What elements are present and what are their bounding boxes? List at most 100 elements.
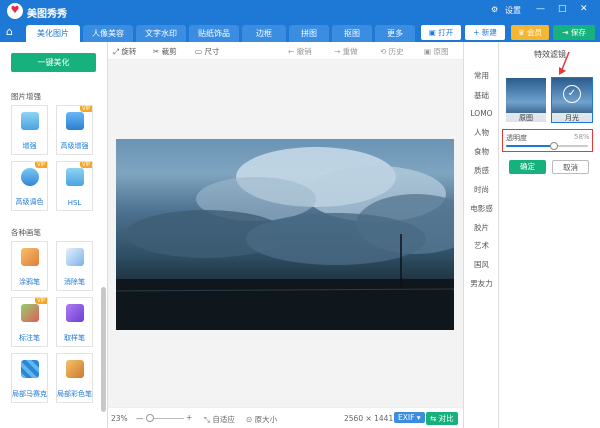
tool-marker-pen[interactable]: VIP 标注笔 xyxy=(11,297,48,347)
actual-size-label: 原大小 xyxy=(254,415,278,424)
filter-cat-basic[interactable]: 基础 xyxy=(464,90,499,101)
maximize-button[interactable]: □ xyxy=(558,4,567,14)
compare-button[interactable]: ⇆ 对比 xyxy=(426,412,458,425)
magic-wand-icon xyxy=(66,112,84,130)
confirm-button[interactable]: 确定 xyxy=(509,160,546,174)
thumb-moonlight-label: 月光 xyxy=(552,113,592,122)
image-dimensions: 2560 × 1441 xyxy=(344,414,394,423)
filter-cat-art[interactable]: 艺术 xyxy=(464,240,499,251)
resize-button[interactable]: ▭ 尺寸 xyxy=(195,46,219,57)
effects-panel: 特效滤镜 原图 ✓ 月光 透明度 58% 确定 取消 xyxy=(498,42,600,428)
opacity-slider-fill xyxy=(506,145,554,147)
settings-button[interactable]: 设置 xyxy=(505,5,521,16)
sample-icon xyxy=(66,304,84,322)
tool-label: 局部马赛克 xyxy=(12,390,47,398)
exif-label: EXIF xyxy=(398,413,415,422)
zoom-in-button[interactable]: + xyxy=(186,413,192,422)
tool-label: 取样笔 xyxy=(64,334,85,342)
open-button[interactable]: ▣ 打开 xyxy=(421,25,461,40)
one-key-beautify-button[interactable]: 一键美化 xyxy=(11,53,96,72)
sliders-icon xyxy=(21,112,39,130)
zoom-out-button[interactable]: — xyxy=(136,414,144,423)
filter-cat-common[interactable]: 常用 xyxy=(464,70,499,81)
tool-eraser-pen[interactable]: 消除笔 xyxy=(56,241,93,291)
tool-sample-pen[interactable]: 取样笔 xyxy=(56,297,93,347)
tool-label: 高级增强 xyxy=(60,142,89,150)
filter-cat-chinese[interactable]: 国风 xyxy=(464,259,499,270)
home-icon[interactable]: ⌂ xyxy=(6,25,13,38)
history-button[interactable]: ⟲ 历史 xyxy=(380,46,404,57)
tool-hsl[interactable]: VIP HSL xyxy=(56,161,93,211)
tab-portrait[interactable]: 人像美容 xyxy=(83,25,133,42)
tool-label: 高级调色 xyxy=(15,198,44,206)
settings-icon[interactable]: ⚙ xyxy=(491,5,498,14)
zoom-slider-handle[interactable] xyxy=(146,414,154,422)
original-button[interactable]: ▣ 原图 xyxy=(424,46,448,57)
check-icon: ✓ xyxy=(563,85,581,103)
undo-button[interactable]: ← 撤销 xyxy=(288,46,312,57)
edited-photo[interactable] xyxy=(116,139,454,330)
minimize-button[interactable]: — xyxy=(536,4,545,14)
section-enhance-title: 图片增强 xyxy=(11,92,41,101)
tool-label: 涂鸦笔 xyxy=(19,278,40,286)
exif-button[interactable]: EXIF ▾ xyxy=(394,412,425,423)
cancel-button[interactable]: 取消 xyxy=(552,160,589,174)
redo-button[interactable]: → 重做 xyxy=(334,46,358,57)
sidebar-scrollbar[interactable] xyxy=(101,287,106,412)
new-button[interactable]: + 新建 xyxy=(465,25,505,40)
tab-stickers[interactable]: 贴纸饰品 xyxy=(189,25,239,42)
opacity-slider-handle[interactable] xyxy=(550,142,558,150)
tab-collage[interactable]: 拼图 xyxy=(289,25,329,42)
main-tab-bar: ⌂ 美化图片 人像美容 文字水印 贴纸饰品 边框 拼图 抠图 更多 ▣ 打开 +… xyxy=(0,22,600,42)
tab-beautify[interactable]: 美化图片 xyxy=(26,25,80,42)
color-brush-icon xyxy=(66,360,84,378)
vip-button[interactable]: ♛ 会员 xyxy=(511,25,549,40)
tab-text[interactable]: 文字水印 xyxy=(136,25,186,42)
vip-badge: VIP xyxy=(80,162,92,168)
effects-title: 特效滤镜 xyxy=(534,50,566,59)
tool-local-color-pen[interactable]: 局部彩色笔 xyxy=(56,353,93,403)
marker-icon xyxy=(21,304,39,322)
new-label: 新建 xyxy=(481,28,497,37)
vip-label: 会员 xyxy=(527,28,543,37)
app-logo-icon: ♥ xyxy=(7,3,23,19)
fit-label: 自适应 xyxy=(212,415,235,424)
cloudscape-image xyxy=(116,147,454,330)
title-bar: ♥ 美图秀秀 ⚙ 设置 — □ ✕ xyxy=(0,0,600,22)
filter-cat-film[interactable]: 胶片 xyxy=(464,222,499,233)
tool-label: 增强 xyxy=(22,142,37,150)
thumb-original-label: 原图 xyxy=(506,113,546,122)
crop-label: 裁剪 xyxy=(161,47,177,56)
crop-button[interactable]: ✂ 裁剪 xyxy=(153,46,177,57)
vip-badge: VIP xyxy=(35,162,47,168)
close-button[interactable]: ✕ xyxy=(580,4,588,14)
tool-advanced-color[interactable]: VIP 高级调色 xyxy=(11,161,48,211)
filter-cat-food[interactable]: 食物 xyxy=(464,146,499,157)
tab-border[interactable]: 边框 xyxy=(242,25,286,42)
opacity-value: 58% xyxy=(574,133,590,141)
tool-doodle-pen[interactable]: 涂鸦笔 xyxy=(11,241,48,291)
rotate-button[interactable]: ⤢ 旋转 xyxy=(113,46,136,57)
vip-badge: VIP xyxy=(80,106,92,112)
brush-icon xyxy=(21,248,39,266)
vip-badge: VIP xyxy=(35,298,47,304)
tab-more[interactable]: 更多 xyxy=(375,25,415,42)
filter-cat-boyfriend[interactable]: 男友力 xyxy=(464,278,499,289)
filter-cat-fashion[interactable]: 时尚 xyxy=(464,184,499,195)
filter-cat-texture[interactable]: 质感 xyxy=(464,165,499,176)
save-button[interactable]: ⇥ 保存 xyxy=(553,25,595,40)
filter-cat-film-look[interactable]: 电影感 xyxy=(464,203,499,214)
rotate-label: 旋转 xyxy=(121,47,137,56)
tool-local-mosaic[interactable]: 局部马赛克 xyxy=(11,353,48,403)
section-brush-title: 各种画笔 xyxy=(11,228,41,237)
fit-button[interactable]: ⤡ 自适应 xyxy=(204,414,235,425)
undo-label: 撤销 xyxy=(296,47,312,56)
actual-size-button[interactable]: ⊙ 原大小 xyxy=(246,414,277,425)
tool-advanced-enhance[interactable]: VIP 高级增强 xyxy=(56,105,93,155)
original-label: 原图 xyxy=(433,47,449,56)
tool-enhance[interactable]: 增强 xyxy=(11,105,48,155)
filter-cat-people[interactable]: 人物 xyxy=(464,127,499,138)
filter-cat-lomo[interactable]: LOMO xyxy=(464,109,499,118)
tab-cutout[interactable]: 抠图 xyxy=(332,25,372,42)
palette-icon xyxy=(21,168,39,186)
